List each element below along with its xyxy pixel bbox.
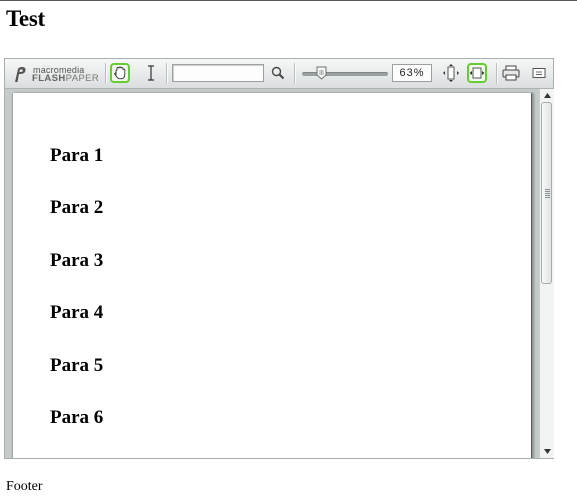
- text-select-button[interactable]: [141, 63, 161, 83]
- print-button[interactable]: [501, 63, 521, 83]
- top-rule: [0, 0, 577, 1]
- toolbar-separator: [294, 63, 296, 84]
- fit-height-button[interactable]: [441, 63, 461, 83]
- document-paragraph: Para 1: [50, 145, 104, 166]
- toolbar-separator: [496, 63, 498, 84]
- fit-width-button[interactable]: [467, 63, 487, 83]
- document-paragraph: Para 6: [50, 407, 104, 428]
- text-select-icon: [148, 65, 154, 81]
- brand-flashpaper: FLASHPAPER: [32, 73, 99, 84]
- brand-flash: FLASH: [32, 73, 66, 84]
- page-footer: Footer: [6, 479, 43, 494]
- scrollbar-grip: [545, 189, 550, 198]
- brand-paper: PAPER: [65, 73, 100, 84]
- fit-height-icon: [443, 64, 459, 82]
- hand-tool-button[interactable]: [110, 63, 130, 83]
- print-icon: [502, 65, 520, 81]
- document-paragraph: Para 4: [50, 302, 104, 323]
- flashpaper-p-icon: [15, 67, 26, 82]
- fit-width-icon: [469, 67, 485, 79]
- toolbar-separator: [166, 63, 168, 84]
- scroll-down-button[interactable]: [540, 445, 554, 457]
- document-paragraph: Para 5: [50, 355, 104, 376]
- arrow-up-icon: [543, 92, 551, 98]
- zoom-slider-thumb[interactable]: [316, 66, 327, 80]
- scroll-up-button[interactable]: [540, 89, 554, 101]
- search-icon: [271, 66, 285, 80]
- arrow-down-icon: [543, 448, 551, 454]
- document-paragraph: Para 3: [50, 250, 104, 271]
- viewer-toolbar: macromedia FLASHPAPER 63%: [5, 59, 553, 89]
- toolbar-separator: [105, 63, 107, 84]
- vertical-scrollbar[interactable]: [539, 89, 554, 458]
- options-menu-button[interactable]: [529, 63, 549, 83]
- document-paragraph: Para 2: [50, 197, 104, 218]
- page-title: Test: [6, 6, 45, 31]
- zoom-level-field[interactable]: 63%: [392, 64, 432, 82]
- search-input[interactable]: [172, 64, 264, 82]
- scrollbar-thumb[interactable]: [541, 102, 552, 284]
- menu-icon: [532, 68, 546, 78]
- document-viewport[interactable]: Para 1 Para 2 Para 3 Para 4 Para 5 Para …: [6, 89, 539, 458]
- hand-tool-icon: [114, 66, 126, 80]
- search-button[interactable]: [268, 63, 288, 83]
- flashpaper-viewer: macromedia FLASHPAPER 63% Para 1 Para 2 …: [4, 58, 554, 459]
- document-page: Para 1 Para 2 Para 3 Para 4 Para 5 Para …: [13, 93, 532, 458]
